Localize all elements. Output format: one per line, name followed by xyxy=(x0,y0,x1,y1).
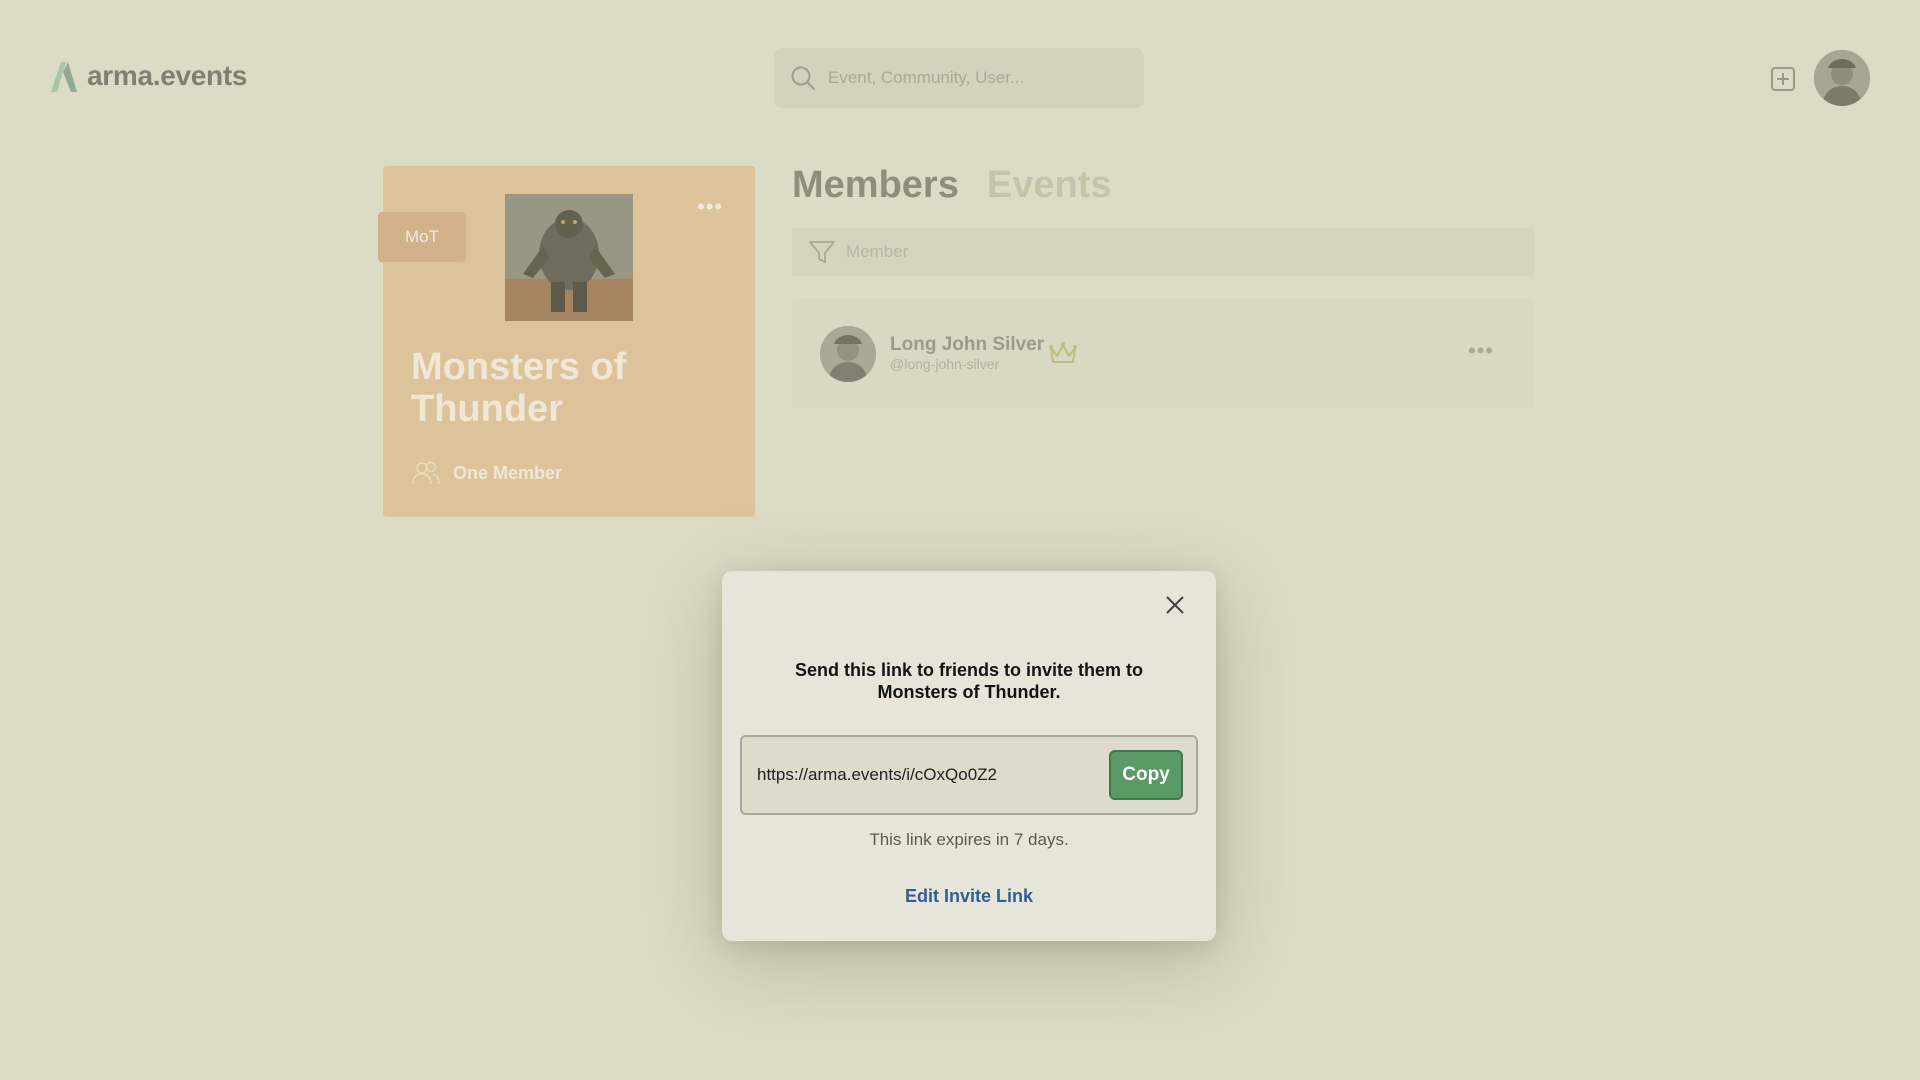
users-icon xyxy=(412,461,440,485)
invite-modal: Send this link to friends to invite them… xyxy=(722,571,1216,941)
member-filter-input[interactable] xyxy=(846,242,1446,262)
add-icon[interactable] xyxy=(1770,66,1796,92)
member-count: One Member xyxy=(411,460,562,486)
copy-button[interactable]: Copy xyxy=(1109,750,1183,800)
search-icon xyxy=(791,66,815,90)
logo-text: arma.events xyxy=(87,60,248,91)
search-input[interactable] xyxy=(828,68,1118,88)
member-filter[interactable] xyxy=(792,228,1535,276)
tab-events[interactable]: Events xyxy=(987,164,1112,207)
crown-icon xyxy=(1049,342,1077,363)
close-icon[interactable] xyxy=(1163,593,1187,617)
invite-message: Send this link to friends to invite them… xyxy=(794,660,1144,702)
community-image xyxy=(505,194,633,321)
community-abbreviation-badge: MoT xyxy=(378,212,466,262)
member-count-label: One Member xyxy=(453,462,563,483)
monster-illustration-icon xyxy=(505,194,633,321)
member-avatar-image-icon xyxy=(820,326,876,382)
member-avatar xyxy=(820,326,876,382)
search-bar[interactable] xyxy=(774,48,1144,108)
invite-link-input[interactable] xyxy=(757,765,1109,785)
page-backdrop: arma.events MoT xyxy=(0,0,1920,1080)
card-more-options-icon[interactable]: ••• xyxy=(697,196,723,218)
tab-members[interactable]: Members xyxy=(792,164,959,207)
member-row[interactable]: Long John Silver @long-john-silver ••• xyxy=(792,298,1535,408)
user-avatar[interactable] xyxy=(1814,50,1870,106)
community-card: MoT ••• Monsters of Thunder One Member xyxy=(378,166,755,517)
link-expiry-text: This link expires in 7 days. xyxy=(869,830,1069,849)
member-handle: @long-john-silver xyxy=(890,356,1000,372)
logo[interactable]: arma.events xyxy=(49,60,247,92)
tabs: Members Events xyxy=(792,164,1111,207)
edit-invite-link[interactable]: Edit Invite Link xyxy=(722,886,1216,907)
logo-mark-icon xyxy=(51,62,77,92)
member-name: Long John Silver xyxy=(890,334,1045,355)
community-title: Monsters of Thunder xyxy=(411,346,627,430)
member-more-options-icon[interactable]: ••• xyxy=(1468,338,1494,364)
avatar-image-icon xyxy=(1814,50,1870,106)
invite-link-box: Copy xyxy=(740,735,1198,815)
filter-icon xyxy=(809,241,835,263)
